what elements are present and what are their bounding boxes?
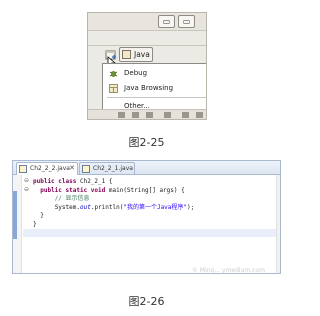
figure-caption: 图2-25 <box>128 136 165 149</box>
code-line: // 显示信息 <box>54 195 90 202</box>
java-perspective-icon <box>122 50 131 59</box>
fold-collapse-icon[interactable]: ⊖ <box>24 186 29 193</box>
toolbar-icon[interactable] <box>196 112 203 118</box>
tab-label: Ch2_2_2.java <box>30 165 70 172</box>
toolbar-icon[interactable] <box>146 112 153 118</box>
code-line: System.out.println("我的第一个Java程序"); <box>54 203 195 211</box>
java-perspective-label: Java <box>134 50 150 59</box>
minimize-button[interactable]: ▭ <box>158 15 175 28</box>
menu-item-label: Debug <box>124 69 148 77</box>
minimize-icon: ▭ <box>162 17 171 26</box>
java-file-icon <box>19 165 27 173</box>
tab-ch2-2-2[interactable]: Ch2_2_2.java ✕ <box>16 162 78 175</box>
code-editor[interactable]: public class Ch2_2_1 { public static voi… <box>33 178 276 229</box>
tab-label: Ch2_2_1.java <box>93 165 133 172</box>
vertical-scrollbar[interactable] <box>276 175 280 273</box>
perspective-dropdown-menu: Debug Java Browsing Other... <box>102 63 206 111</box>
toolbar-icon[interactable] <box>118 112 125 118</box>
code-line: } <box>33 220 37 228</box>
code-line: public static void main(String[] args) { <box>40 186 185 194</box>
perspective-bar: Java <box>88 45 206 65</box>
java-file-icon <box>82 165 90 173</box>
toolbar-icon[interactable] <box>164 112 171 118</box>
close-tab-icon[interactable]: ✕ <box>69 163 75 174</box>
menu-item-label: Java Browsing <box>124 84 174 92</box>
maximize-button[interactable]: ▭ <box>178 15 195 28</box>
figure-caption: 图2-26 <box>128 295 165 308</box>
range-indicator <box>13 191 17 239</box>
code-line: } <box>40 212 44 219</box>
window-titlebar: ▭ ▭ <box>88 13 206 31</box>
menu-item-java-browsing[interactable]: Java Browsing <box>103 82 206 95</box>
toolbar-icon[interactable] <box>132 112 139 118</box>
toolbar-strip <box>88 109 206 119</box>
editor-tab-bar: Ch2_2_2.java ✕ Ch2_2_1.java <box>13 161 280 175</box>
watermark-text: © Ming... ymedium.com <box>192 267 265 274</box>
java-editor-screenshot: Ch2_2_2.java ✕ Ch2_2_1.java ⊖ ⊖ public c… <box>12 160 281 274</box>
java-browsing-icon <box>109 84 118 93</box>
debug-icon <box>109 71 118 77</box>
code-line: public class Ch2_2_1 { <box>33 178 113 185</box>
current-line-highlight <box>23 229 280 237</box>
java-perspective-button[interactable]: Java <box>119 47 153 62</box>
tab-ch2-2-1[interactable]: Ch2_2_1.java <box>79 162 135 175</box>
fold-collapse-icon[interactable]: ⊖ <box>24 177 29 184</box>
menu-item-debug[interactable]: Debug <box>103 67 206 80</box>
maximize-icon: ▭ <box>182 17 191 26</box>
menu-separator <box>107 97 206 98</box>
perspective-menu-screenshot: ▭ ▭ Java Debug Java Browsing Other... <box>87 12 207 120</box>
toolbar-icon[interactable] <box>182 112 189 118</box>
